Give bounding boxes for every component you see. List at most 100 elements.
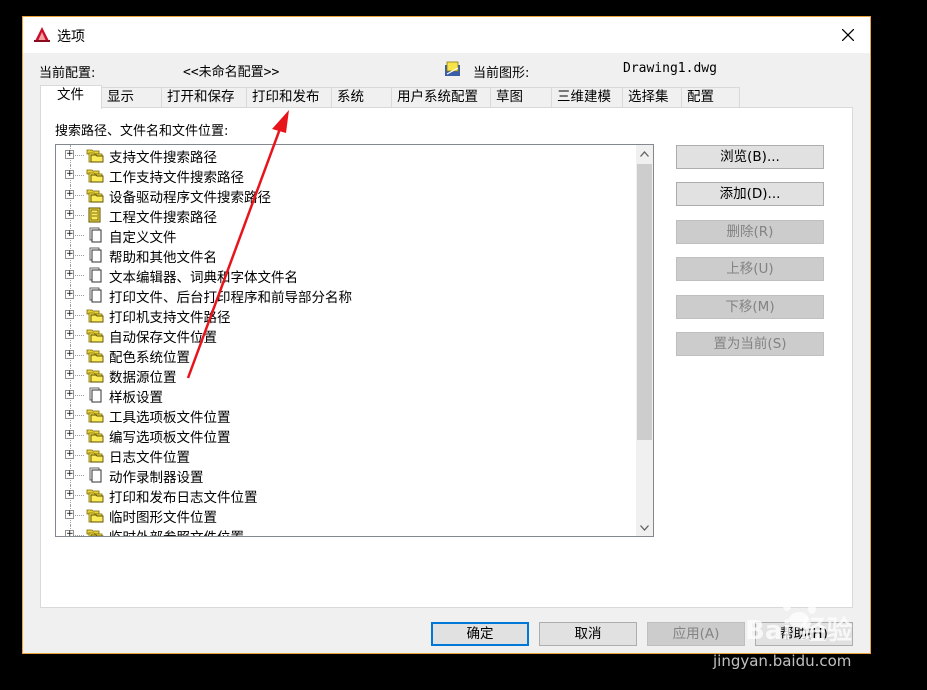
expand-icon[interactable]: + [65, 410, 74, 419]
move-up-button[interactable]: 上移(U) [676, 257, 824, 281]
folder-stack-icon [86, 149, 104, 163]
scroll-up-button[interactable] [636, 145, 653, 162]
expand-icon[interactable]: + [65, 450, 74, 459]
tab-plot-publish[interactable]: 打印和发布 [246, 87, 332, 107]
folder-stack-icon [86, 369, 104, 383]
title-bar: 选项 [23, 17, 870, 53]
tab-selection[interactable]: 选择集 [622, 87, 682, 107]
tree-item[interactable]: + 工程文件搜索路径 [56, 205, 632, 226]
drawing-icon [445, 61, 460, 76]
expand-icon[interactable]: + [65, 350, 74, 359]
add-button[interactable]: 添加(D)... [676, 182, 824, 206]
move-down-button[interactable]: 下移(M) [676, 295, 824, 319]
folder-stack-icon [86, 309, 104, 323]
expand-icon[interactable]: + [65, 190, 74, 199]
files-panel: 搜索路径、文件名和文件位置: + 支持文件搜索路径 + 工作支持文件搜索路径 + 设备驱动… [40, 107, 853, 608]
document-stack-icon [89, 387, 102, 403]
tab-3d-modeling[interactable]: 三维建模 [551, 87, 623, 107]
folder-stack-icon [86, 489, 104, 503]
tree-item-label: 动作录制器设置 [109, 470, 204, 486]
chevron-down-icon [640, 524, 649, 531]
tab-user-preferences[interactable]: 用户系统配置 [391, 87, 491, 107]
folder-stack-icon [86, 429, 104, 443]
tab-profiles[interactable]: 配置 [681, 87, 740, 107]
options-dialog: 选项 当前配置: <<未命名配置>> 当前图形: Drawing1.dwg 文件… [22, 16, 871, 654]
dialog-title: 选项 [57, 29, 85, 45]
search-path-tree[interactable]: + 支持文件搜索路径 + 工作支持文件搜索路径 + 设备驱动程序文件搜索路径 + 工程文件搜索… [55, 144, 654, 537]
expand-icon[interactable]: + [65, 250, 74, 259]
expand-icon[interactable]: + [65, 210, 74, 219]
tree-item[interactable]: + 动作录制器设置 [56, 465, 632, 486]
tree-item[interactable]: + 临时外部参照文件位置 [56, 525, 632, 536]
tree-item[interactable]: + 日志文件位置 [56, 445, 632, 466]
tree-item[interactable]: + 工具选项板文件位置 [56, 405, 632, 426]
set-current-button[interactable]: 置为当前(S) [676, 332, 824, 356]
tree-item-label: 工程文件搜索路径 [109, 210, 217, 226]
expand-icon[interactable]: + [65, 390, 74, 399]
tree-item-label: 数据源位置 [109, 370, 177, 386]
expand-icon[interactable]: + [65, 470, 74, 479]
tree-item-label: 打印机支持文件路径 [109, 310, 231, 326]
tree-item[interactable]: + 临时图形文件位置 [56, 505, 632, 526]
tree-item-label: 打印和发布日志文件位置 [109, 490, 258, 506]
watermark-brand: Bai 经验 [745, 616, 853, 646]
tab-drafting[interactable]: 草图 [490, 87, 552, 107]
tree-item[interactable]: + 自动保存文件位置 [56, 325, 632, 346]
tree-item-label: 打印文件、后台打印程序和前导部分名称 [109, 290, 352, 306]
tree-item[interactable]: + 配色系统位置 [56, 345, 632, 366]
tree-item[interactable]: + 编写选项板文件位置 [56, 425, 632, 446]
tree-item[interactable]: + 帮助和其他文件名 [56, 245, 632, 266]
expand-icon[interactable]: + [65, 370, 74, 379]
autocad-logo-icon [34, 27, 50, 42]
tree-item[interactable]: + 支持文件搜索路径 [56, 145, 632, 166]
scroll-down-button[interactable] [636, 519, 653, 536]
expand-icon[interactable]: + [65, 150, 74, 159]
tab-open-save[interactable]: 打开和保存 [161, 87, 247, 107]
tree-item-label: 配色系统位置 [109, 350, 190, 366]
ok-button[interactable]: 确定 [431, 622, 529, 646]
expand-icon[interactable]: + [65, 290, 74, 299]
tree-item[interactable]: + 设备驱动程序文件搜索路径 [56, 185, 632, 206]
tab-files[interactable]: 文件 [40, 85, 102, 109]
tree-item[interactable]: + 自定义文件 [56, 225, 632, 246]
tree-item[interactable]: + 打印文件、后台打印程序和前导部分名称 [56, 285, 632, 306]
folder-stack-icon [86, 509, 104, 523]
current-profile-label: 当前配置: [39, 66, 96, 81]
tree-item-label: 样板设置 [109, 390, 163, 406]
tree-item-label: 工作支持文件搜索路径 [109, 170, 244, 186]
tree-item[interactable]: + 文本编辑器、词典和字体文件名 [56, 265, 632, 286]
tree-item-label: 临时外部参照文件位置 [109, 526, 244, 536]
tab-system[interactable]: 系统 [331, 87, 392, 107]
watermark-url: jingyan.baidu.com [713, 652, 852, 670]
document-stack-icon [89, 287, 102, 303]
tree-item[interactable]: + 打印和发布日志文件位置 [56, 485, 632, 506]
folder-stack-icon [86, 529, 104, 536]
folder-stack-icon [86, 329, 104, 343]
cancel-button[interactable]: 取消 [539, 622, 637, 646]
tree-item-label: 编写选项板文件位置 [109, 430, 231, 446]
expand-icon[interactable]: + [65, 230, 74, 239]
tree-item-label: 设备驱动程序文件搜索路径 [109, 190, 271, 206]
project-file-icon [88, 207, 101, 223]
expand-icon[interactable]: + [65, 530, 74, 536]
expand-icon[interactable]: + [65, 170, 74, 179]
tree-item-label: 日志文件位置 [109, 450, 190, 466]
tree-item[interactable]: + 打印机支持文件路径 [56, 305, 632, 326]
close-button[interactable] [826, 17, 870, 53]
expand-icon[interactable]: + [65, 510, 74, 519]
scroll-thumb[interactable] [637, 164, 652, 440]
tree-scrollbar[interactable] [636, 145, 653, 536]
tree-item[interactable]: + 数据源位置 [56, 365, 632, 386]
remove-button[interactable]: 删除(R) [676, 220, 824, 244]
expand-icon[interactable]: + [65, 310, 74, 319]
folder-stack-icon [86, 189, 104, 203]
expand-icon[interactable]: + [65, 330, 74, 339]
expand-icon[interactable]: + [65, 270, 74, 279]
expand-icon[interactable]: + [65, 430, 74, 439]
expand-icon[interactable]: + [65, 490, 74, 499]
tree-item-label: 帮助和其他文件名 [109, 250, 217, 266]
tree-item[interactable]: + 工作支持文件搜索路径 [56, 165, 632, 186]
browse-button[interactable]: 浏览(B)... [676, 145, 824, 169]
tab-display[interactable]: 显示 [101, 87, 162, 107]
tree-item[interactable]: + 样板设置 [56, 385, 632, 406]
